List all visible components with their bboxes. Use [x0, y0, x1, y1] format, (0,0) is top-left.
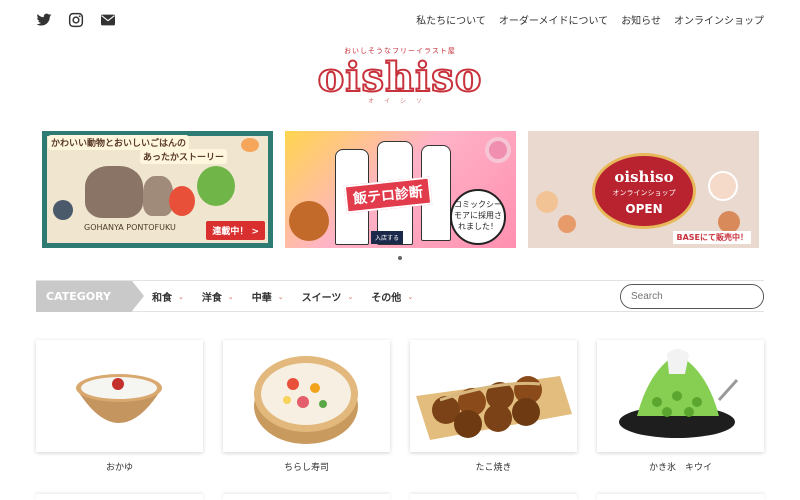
banner-gohanya[interactable]: かわいい動物とおいしいごはんの あったかストーリー GOHANYA PONTOF… [42, 131, 273, 248]
card-thumbnail[interactable] [410, 340, 577, 452]
social-links [36, 12, 116, 28]
search-icon [763, 287, 764, 306]
card-shadow [410, 494, 577, 500]
category-item-label: 洋食 [201, 293, 222, 304]
nav-link-online-shop[interactable]: オンラインショップ [674, 12, 764, 27]
top-navigation: 私たちについて オーダーメイドについて お知らせ オンラインショップ [416, 12, 764, 27]
animal-illustration [85, 166, 143, 218]
chevron-down-icon: ⌄ [277, 292, 284, 301]
category-label: CATEGORY [36, 281, 132, 312]
card-thumbnail[interactable] [36, 340, 203, 452]
chevron-down-icon: ⌄ [407, 292, 414, 301]
burger-illustration [289, 201, 329, 241]
mail-icon[interactable] [100, 12, 116, 28]
category-item-yoshoku[interactable]: 洋食 ⌄ [201, 289, 234, 305]
card-kakigori-kiwi[interactable]: かき氷 キウイ [597, 340, 764, 473]
instagram-icon[interactable] [68, 12, 84, 28]
category-item-washoku[interactable]: 和食 ⌄ [152, 289, 184, 305]
donut-illustration [485, 137, 511, 163]
card-title[interactable]: たこ焼き [410, 460, 577, 473]
category-item-label: その他 [371, 293, 402, 304]
banner-meshitero-button: 入店する [371, 231, 404, 244]
character-illustration [169, 186, 195, 216]
logo-wordmark: oishiso [317, 54, 483, 101]
category-bar: CATEGORY 和食 ⌄ 洋食 ⌄ 中華 ⌄ スイーツ ⌄ その他 ⌄ [36, 280, 764, 312]
next-row-hint [36, 494, 764, 500]
food-illustration [241, 138, 259, 152]
card-chirashi-zushi[interactable]: ちらし寿司 [223, 340, 390, 473]
category-label-arrow [132, 281, 144, 311]
banner-meshitero-bubble: コミックシーモアに採用されました！ [450, 189, 506, 245]
card-thumbnail[interactable] [597, 340, 764, 452]
category-item-label: 和食 [152, 293, 172, 304]
food-illustration [536, 191, 558, 213]
emblem-shop: オンラインショップ [612, 189, 676, 197]
online-shop-emblem: oishiso オンラインショップ OPEN [592, 153, 696, 229]
card-title[interactable]: かき氷 キウイ [597, 460, 764, 473]
banner-online-shop[interactable]: oishiso オンラインショップ OPEN BASEにて販売中！ [528, 131, 759, 248]
search-button[interactable] [763, 284, 764, 309]
banner-gohanya-subtitle: あったかストーリー [140, 149, 228, 164]
card-title[interactable]: ちらし寿司 [223, 460, 390, 473]
okayu-illustration [76, 374, 162, 423]
card-thumbnail[interactable] [223, 340, 390, 452]
search-input[interactable] [621, 285, 763, 308]
food-illustration [718, 211, 740, 233]
twitter-icon[interactable] [36, 12, 52, 28]
card-okayu[interactable]: おかゆ [36, 340, 203, 473]
card-title[interactable]: おかゆ [36, 460, 203, 473]
banner-gohanya-title: かわいい動物とおいしいごはんの [48, 135, 190, 150]
plate-illustration [708, 171, 738, 201]
category-item-label: 中華 [251, 293, 272, 304]
carousel-pager-dot[interactable] [398, 256, 402, 260]
banner-online-shop-footer: BASEにて販売中！ [673, 231, 751, 244]
character-illustration [53, 200, 73, 220]
chevron-down-icon: ⌄ [347, 292, 354, 301]
category-item-sweets[interactable]: スイーツ ⌄ [301, 289, 354, 305]
banner-gohanya-series: GOHANYA PONTOFUKU [84, 223, 176, 232]
card-takoyaki[interactable]: たこ焼き [410, 340, 577, 473]
search-box [620, 284, 764, 309]
nav-link-news[interactable]: お知らせ [621, 12, 661, 27]
banner-gohanya-badge: 連載中！ > [206, 221, 265, 240]
emblem-open: OPEN [625, 202, 663, 216]
banner-meshitero[interactable]: 飯テロ診断 コミックシーモアに採用されました！ 入店する [285, 131, 516, 248]
category-item-label: スイーツ [301, 293, 342, 304]
nav-link-custom-order[interactable]: オーダーメイドについて [499, 12, 608, 27]
category-item-other[interactable]: その他 ⌄ [371, 289, 414, 305]
food-illustration [558, 215, 576, 233]
chirashi-illustration [254, 356, 358, 444]
site-logo[interactable]: おいしそうなフリーイラスト屋 oishiso オイシソ [300, 46, 500, 106]
card-shadow [36, 494, 203, 500]
card-shadow [597, 494, 764, 500]
emblem-brand: oishiso [614, 168, 674, 186]
category-item-chuka[interactable]: 中華 ⌄ [251, 289, 284, 305]
nav-link-about[interactable]: 私たちについて [416, 12, 486, 27]
card-shadow [223, 494, 390, 500]
kakigori-illustration [619, 349, 739, 438]
chevron-down-icon: ⌄ [227, 292, 234, 301]
character-illustration [197, 166, 235, 206]
takoyaki-illustration [416, 376, 572, 440]
banner-carousel: かわいい動物とおいしいごはんの あったかストーリー GOHANYA PONTOF… [42, 131, 760, 249]
category-menu: 和食 ⌄ 洋食 ⌄ 中華 ⌄ スイーツ ⌄ その他 ⌄ [152, 281, 413, 312]
chevron-down-icon: ⌄ [178, 292, 184, 301]
illustration-grid: おかゆ ちらし寿司 たこ焼き かき氷 キウイ [36, 340, 764, 473]
